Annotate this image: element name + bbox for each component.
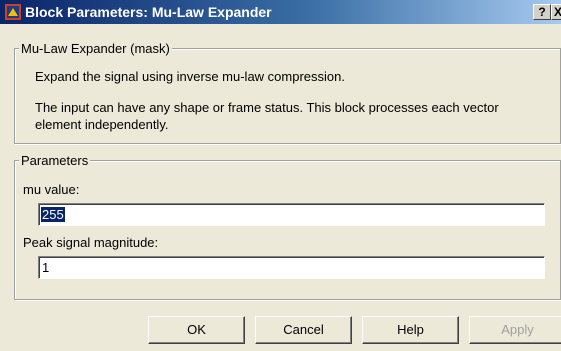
mu-value-input[interactable]: 255 (38, 203, 545, 226)
peak-magnitude-label: Peak signal magnitude: (23, 235, 159, 250)
close-button[interactable]: X (551, 4, 561, 20)
mu-value-text: 255 (41, 207, 65, 222)
apply-button[interactable]: Apply (469, 316, 561, 344)
parameters-group: Parameters (14, 153, 561, 300)
ok-button[interactable]: OK (148, 316, 245, 344)
parameters-group-title: Parameters (19, 153, 91, 168)
window-title: Block Parameters: Mu-Law Expander (25, 4, 272, 20)
help-button-label: Help (397, 322, 424, 337)
help-button[interactable]: Help (362, 316, 459, 344)
description-line-2: The input can have any shape or frame st… (35, 100, 499, 132)
mu-value-label: mu value: (23, 182, 80, 197)
peak-magnitude-input[interactable]: 1 (38, 256, 545, 279)
peak-magnitude-text: 1 (42, 260, 50, 275)
cancel-button[interactable]: Cancel (255, 316, 352, 344)
cancel-button-label: Cancel (283, 322, 324, 337)
mask-description-group: Mu-Law Expander (mask) Expand the signal… (14, 41, 561, 144)
ok-button-label: OK (187, 322, 206, 337)
title-bar[interactable]: Block Parameters: Mu-Law Expander ? X (0, 0, 561, 24)
mask-group-title: Mu-Law Expander (mask) (19, 41, 172, 56)
apply-button-label: Apply (501, 322, 534, 337)
simulink-block-icon (5, 4, 21, 20)
block-parameters-dialog: Block Parameters: Mu-Law Expander ? X Mu… (0, 0, 561, 351)
context-help-button[interactable]: ? (533, 4, 551, 20)
description-line-1: Expand the signal using inverse mu-law c… (35, 69, 345, 84)
